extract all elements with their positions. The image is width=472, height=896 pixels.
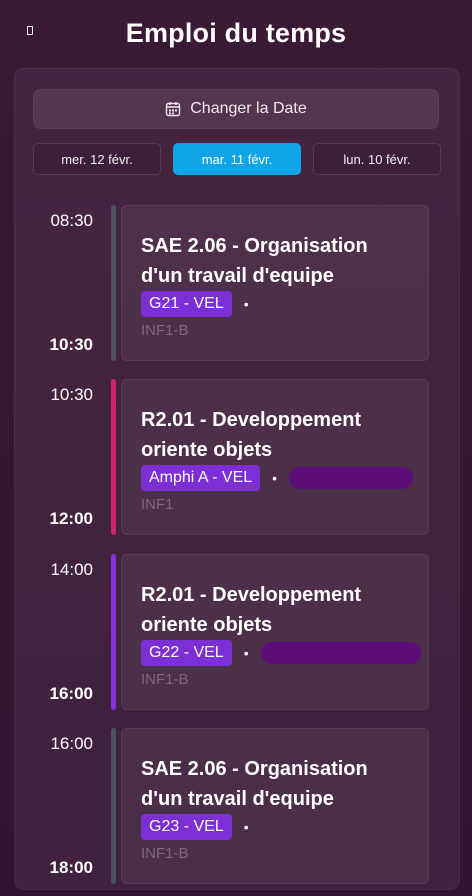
change-date-label: Changer la Date (190, 100, 307, 117)
event-end-time: 18:00 (49, 858, 93, 877)
room-badge: Amphi A - VEL (141, 465, 261, 491)
event-group: INF1-B (141, 671, 189, 688)
change-date-button[interactable]: Changer la Date (33, 89, 439, 129)
event-course: R2.01 - Developpement oriente objets (141, 584, 362, 636)
app-window: Emploi du temps Changer la Date mer. 12 … (0, 0, 472, 896)
event-card[interactable]: SAE 2.06 - Organisation d'un travail d'e… (121, 205, 429, 361)
event-accent-bar (111, 379, 116, 535)
separator-dot: • (272, 470, 278, 486)
event-card[interactable]: R2.01 - Developpement oriente objets G22… (121, 554, 429, 710)
event-end-time: 10:30 (49, 335, 93, 354)
event-item[interactable]: 16:00 18:00 SAE 2.06 - Organisation d'un… (15, 728, 459, 884)
event-group: INF1-B (141, 322, 189, 339)
event-card[interactable]: SAE 2.06 - Organisation d'un travail d'e… (121, 728, 429, 884)
teacher-redacted (260, 642, 421, 664)
teacher-redacted (289, 467, 414, 489)
separator-dot: • (243, 819, 249, 835)
event-meta: G22 - VEL • (141, 639, 421, 667)
room-badge: G23 - VEL (141, 814, 232, 840)
event-group: INF1 (141, 496, 174, 513)
calendar-icon (166, 102, 181, 117)
event-course: SAE 2.06 - Organisation d'un travail d'e… (141, 235, 368, 287)
app-title: Emploi du temps (125, 18, 347, 48)
room-badge: G21 - VEL (141, 291, 232, 317)
event-start-time: 16:00 (50, 734, 93, 753)
day-tab-mon[interactable]: lun. 10 févr. (313, 143, 441, 175)
event-item[interactable]: 10:30 12:00 R2.01 - Developpement orient… (15, 379, 459, 535)
day-tabs: mer. 12 févr. mar. 11 févr. lun. 10 févr… (33, 143, 441, 175)
event-accent-bar (111, 205, 116, 361)
title-bar: Emploi du temps (0, 0, 472, 68)
day-tab-tue[interactable]: mar. 11 févr. (173, 143, 301, 175)
separator-dot: • (243, 645, 249, 661)
event-meta: G23 - VEL • (141, 813, 249, 841)
event-item[interactable]: 08:30 10:30 SAE 2.06 - Organisation d'un… (15, 205, 459, 361)
event-course: R2.01 - Developpement oriente objets (141, 409, 362, 461)
schedule-panel: Changer la Date mer. 12 févr. mar. 11 fé… (14, 68, 460, 890)
event-card[interactable]: R2.01 - Developpement oriente objets Amp… (121, 379, 429, 535)
event-end-time: 16:00 (49, 684, 93, 703)
event-meta: Amphi A - VEL • (141, 464, 414, 492)
event-start-time: 08:30 (50, 211, 93, 230)
event-accent-bar (111, 554, 116, 710)
event-course: SAE 2.06 - Organisation d'un travail d'e… (141, 758, 368, 810)
event-meta: G21 - VEL • (141, 290, 249, 318)
event-item[interactable]: 14:00 16:00 R2.01 - Developpement orient… (15, 554, 459, 710)
event-group: INF1-B (141, 845, 189, 862)
separator-dot: • (243, 296, 249, 312)
event-accent-bar (111, 728, 116, 884)
event-start-time: 14:00 (50, 560, 93, 579)
event-end-time: 12:00 (49, 509, 93, 528)
event-start-time: 10:30 (50, 385, 93, 404)
day-tab-wed[interactable]: mer. 12 févr. (33, 143, 161, 175)
room-badge: G22 - VEL (141, 640, 232, 666)
